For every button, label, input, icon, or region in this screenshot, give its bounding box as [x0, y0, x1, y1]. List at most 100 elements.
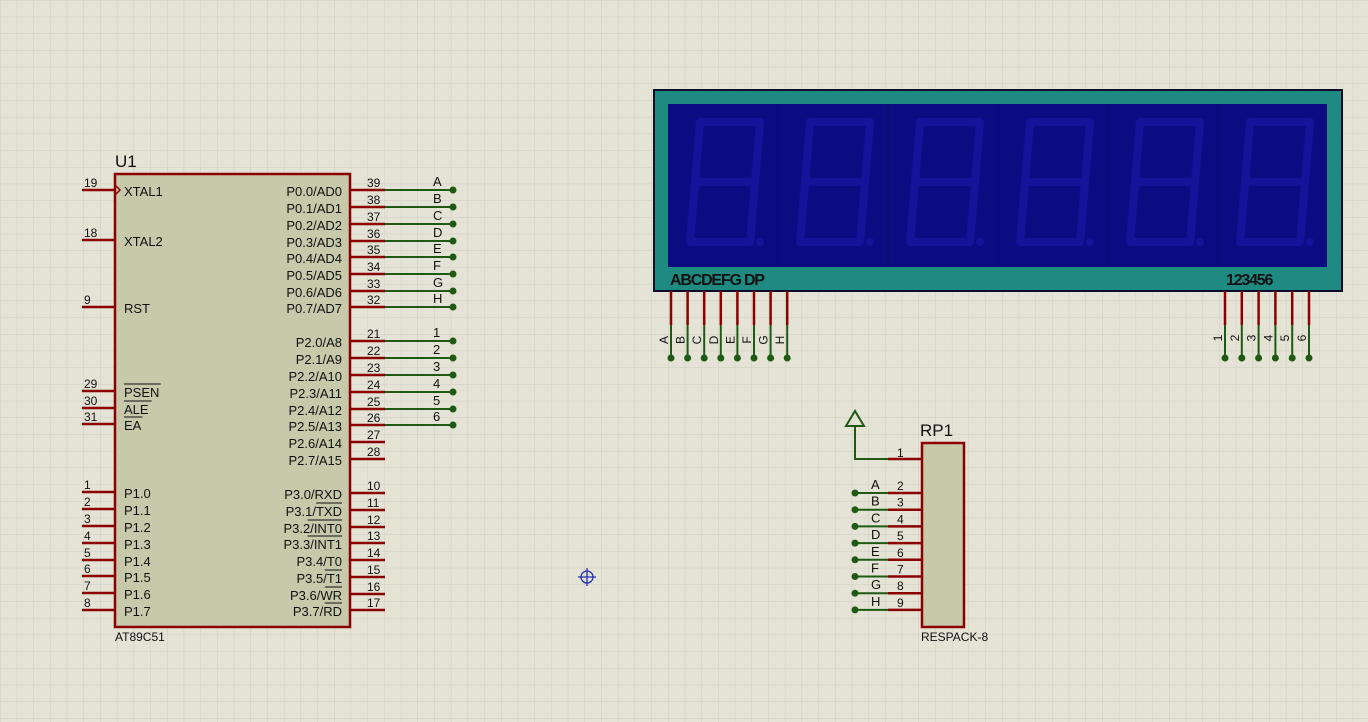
wire-terminal[interactable]	[733, 354, 741, 362]
wire-terminal[interactable]	[449, 220, 457, 228]
wire-terminal[interactable]	[851, 522, 859, 530]
wire-terminal[interactable]	[449, 354, 457, 362]
wire-terminal[interactable]	[783, 354, 791, 362]
segment-b	[1191, 118, 1204, 186]
u1-pin-name: P0.0/AD0	[286, 184, 342, 199]
u1-pin-number: 7	[84, 579, 91, 593]
u1-pin-number: 32	[367, 293, 381, 307]
u1-pin-name: P2.2/A10	[289, 369, 343, 384]
rp1-pin-number: 5	[897, 529, 904, 543]
u1-pin-name: P0.1/AD1	[286, 201, 342, 216]
wire-terminal[interactable]	[449, 405, 457, 413]
rp1-ref-label: RP1	[920, 421, 953, 440]
u1-pin-name: P0.2/AD2	[286, 218, 342, 233]
net-label: H	[433, 291, 442, 306]
u1-pin-name: XTAL1	[124, 184, 163, 199]
u1-pin-name: P1.0	[124, 486, 151, 501]
wire-terminal[interactable]	[667, 354, 675, 362]
net-label: G	[757, 335, 771, 344]
u1-pin-number: 39	[367, 176, 381, 190]
wire-terminal[interactable]	[449, 253, 457, 261]
u1-pin-name: P2.5/A13	[289, 419, 343, 434]
rp1-part-label: RESPACK-8	[921, 630, 988, 644]
wire-terminal[interactable]	[717, 354, 725, 362]
u1-pin-name: P1.3	[124, 537, 151, 552]
u1-pin-name: P3.2/INT0	[283, 521, 342, 536]
u1-pin-name: P1.7	[124, 604, 151, 619]
segment-b	[751, 118, 764, 186]
wire-terminal[interactable]	[750, 354, 758, 362]
net-label: A	[657, 336, 671, 344]
net-label: 4	[433, 376, 440, 391]
u1-pin-name: P1.4	[124, 554, 151, 569]
segment-e	[686, 178, 699, 246]
segment-f	[1131, 118, 1144, 186]
wire-terminal[interactable]	[1305, 354, 1313, 362]
wire-terminal[interactable]	[449, 337, 457, 345]
wire-terminal[interactable]	[1221, 354, 1229, 362]
wire-terminal[interactable]	[449, 287, 457, 295]
u1-pin-number: 15	[367, 563, 381, 577]
wire-terminal[interactable]	[449, 186, 457, 194]
wire-terminal[interactable]	[1271, 354, 1279, 362]
wire-terminal[interactable]	[851, 606, 859, 614]
u1-pin-name: P2.6/A14	[289, 436, 343, 451]
wire-terminal[interactable]	[1238, 354, 1246, 362]
wire-terminal[interactable]	[851, 556, 859, 564]
wire-terminal[interactable]	[851, 506, 859, 514]
segment-c	[856, 178, 869, 246]
segment-f	[911, 118, 924, 186]
u1-pin-number: 36	[367, 227, 381, 241]
net-label: A	[433, 174, 442, 189]
u1-pin-name: P3.4/T0	[296, 554, 342, 569]
net-label: G	[433, 275, 443, 290]
u1-pin-number: 28	[367, 445, 381, 459]
net-label: B	[433, 191, 442, 206]
u1-ref-label: U1	[115, 152, 137, 171]
wire-terminal[interactable]	[449, 237, 457, 245]
u1-pin-name: P1.5	[124, 570, 151, 585]
wire-terminal[interactable]	[700, 354, 708, 362]
wire-terminal[interactable]	[1255, 354, 1263, 362]
wire-terminal[interactable]	[449, 388, 457, 396]
u1-pin-number: 29	[84, 377, 98, 391]
u1-pin-name: PSEN	[124, 385, 159, 400]
segment-e	[1016, 178, 1029, 246]
wire-terminal[interactable]	[449, 203, 457, 211]
rp1-pin-number: 9	[897, 596, 904, 610]
net-label: 2	[433, 342, 440, 357]
u1-pin-number: 18	[84, 226, 98, 240]
wire-terminal[interactable]	[449, 303, 457, 311]
u1-pin-number: 16	[367, 580, 381, 594]
segment-c	[1076, 178, 1089, 246]
u1-pin-number: 30	[84, 394, 98, 408]
wire-terminal[interactable]	[449, 270, 457, 278]
net-label: F	[740, 336, 754, 343]
net-label: D	[871, 527, 880, 542]
wire-terminal[interactable]	[449, 371, 457, 379]
wire-terminal[interactable]	[851, 489, 859, 497]
u1-pin-name: P3.3/INT1	[283, 537, 342, 552]
u1-pin-number: 9	[84, 293, 91, 307]
segment-e	[796, 178, 809, 246]
u1-pin-name: P3.1/TXD	[286, 504, 342, 519]
wire-terminal[interactable]	[851, 589, 859, 597]
u1-pin-name: P0.4/AD4	[286, 251, 342, 266]
u1-pin-number: 24	[367, 378, 381, 392]
wire-terminal[interactable]	[684, 354, 692, 362]
segment-dp	[866, 238, 874, 246]
net-label: E	[871, 544, 880, 559]
wire-terminal[interactable]	[851, 573, 859, 580]
segment-c	[966, 178, 979, 246]
u1-pin-number: 2	[84, 495, 91, 509]
wire-terminal[interactable]	[1288, 354, 1296, 362]
u1-pin-number: 37	[367, 210, 381, 224]
wire-terminal[interactable]	[767, 354, 775, 362]
wire-terminal[interactable]	[851, 539, 859, 547]
net-label: C	[433, 208, 442, 223]
schematic-canvas[interactable]: U1 AT89C51 19XTAL118XTAL29RST29PSEN30ALE…	[0, 0, 1368, 722]
display-segment-label: ABCDEFG DP	[670, 272, 765, 289]
wire-terminal[interactable]	[449, 421, 457, 429]
segment-b	[971, 118, 984, 186]
u1-pin-name: P0.3/AD3	[286, 235, 342, 250]
